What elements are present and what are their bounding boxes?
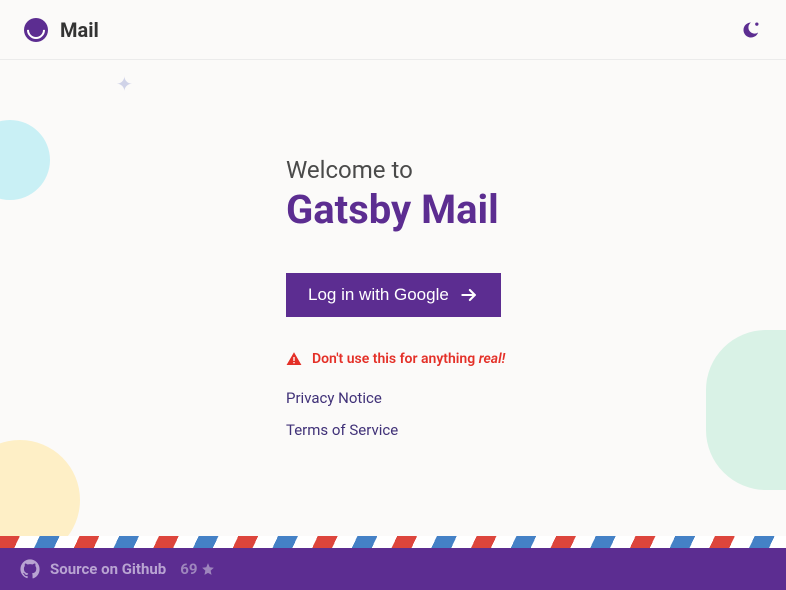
brand[interactable]: Mail [24,18,99,42]
welcome-pre: Welcome to [286,156,786,184]
brand-name: Mail [60,18,99,42]
warning-icon [286,351,302,367]
warning-message: Don't use this for anything real! [286,351,786,367]
main-content: Welcome to Gatsby Mail Log in with Googl… [0,60,786,439]
theme-toggle-button[interactable] [740,19,762,41]
github-icon [20,559,40,579]
warning-text: Don't use this for anything real! [312,351,505,367]
gatsby-logo-icon [24,18,48,42]
source-label: Source on Github [50,560,166,578]
moon-icon [741,20,761,40]
login-label: Log in with Google [308,285,449,305]
login-with-google-button[interactable]: Log in with Google [286,273,501,317]
privacy-notice-link[interactable]: Privacy Notice [286,389,786,407]
source-on-github-link[interactable]: Source on Github [20,559,166,579]
footer-bar: Source on Github 69 [0,548,786,590]
page-title: Gatsby Mail [286,186,786,233]
stars-count: 69 [180,560,197,578]
github-stars: 69 [180,560,215,578]
airmail-stripe [0,536,786,548]
terms-of-service-link[interactable]: Terms of Service [286,421,786,439]
header-bar: Mail [0,0,786,60]
policy-links: Privacy Notice Terms of Service [286,389,786,439]
arrow-right-icon [459,285,479,305]
star-icon [201,562,215,576]
